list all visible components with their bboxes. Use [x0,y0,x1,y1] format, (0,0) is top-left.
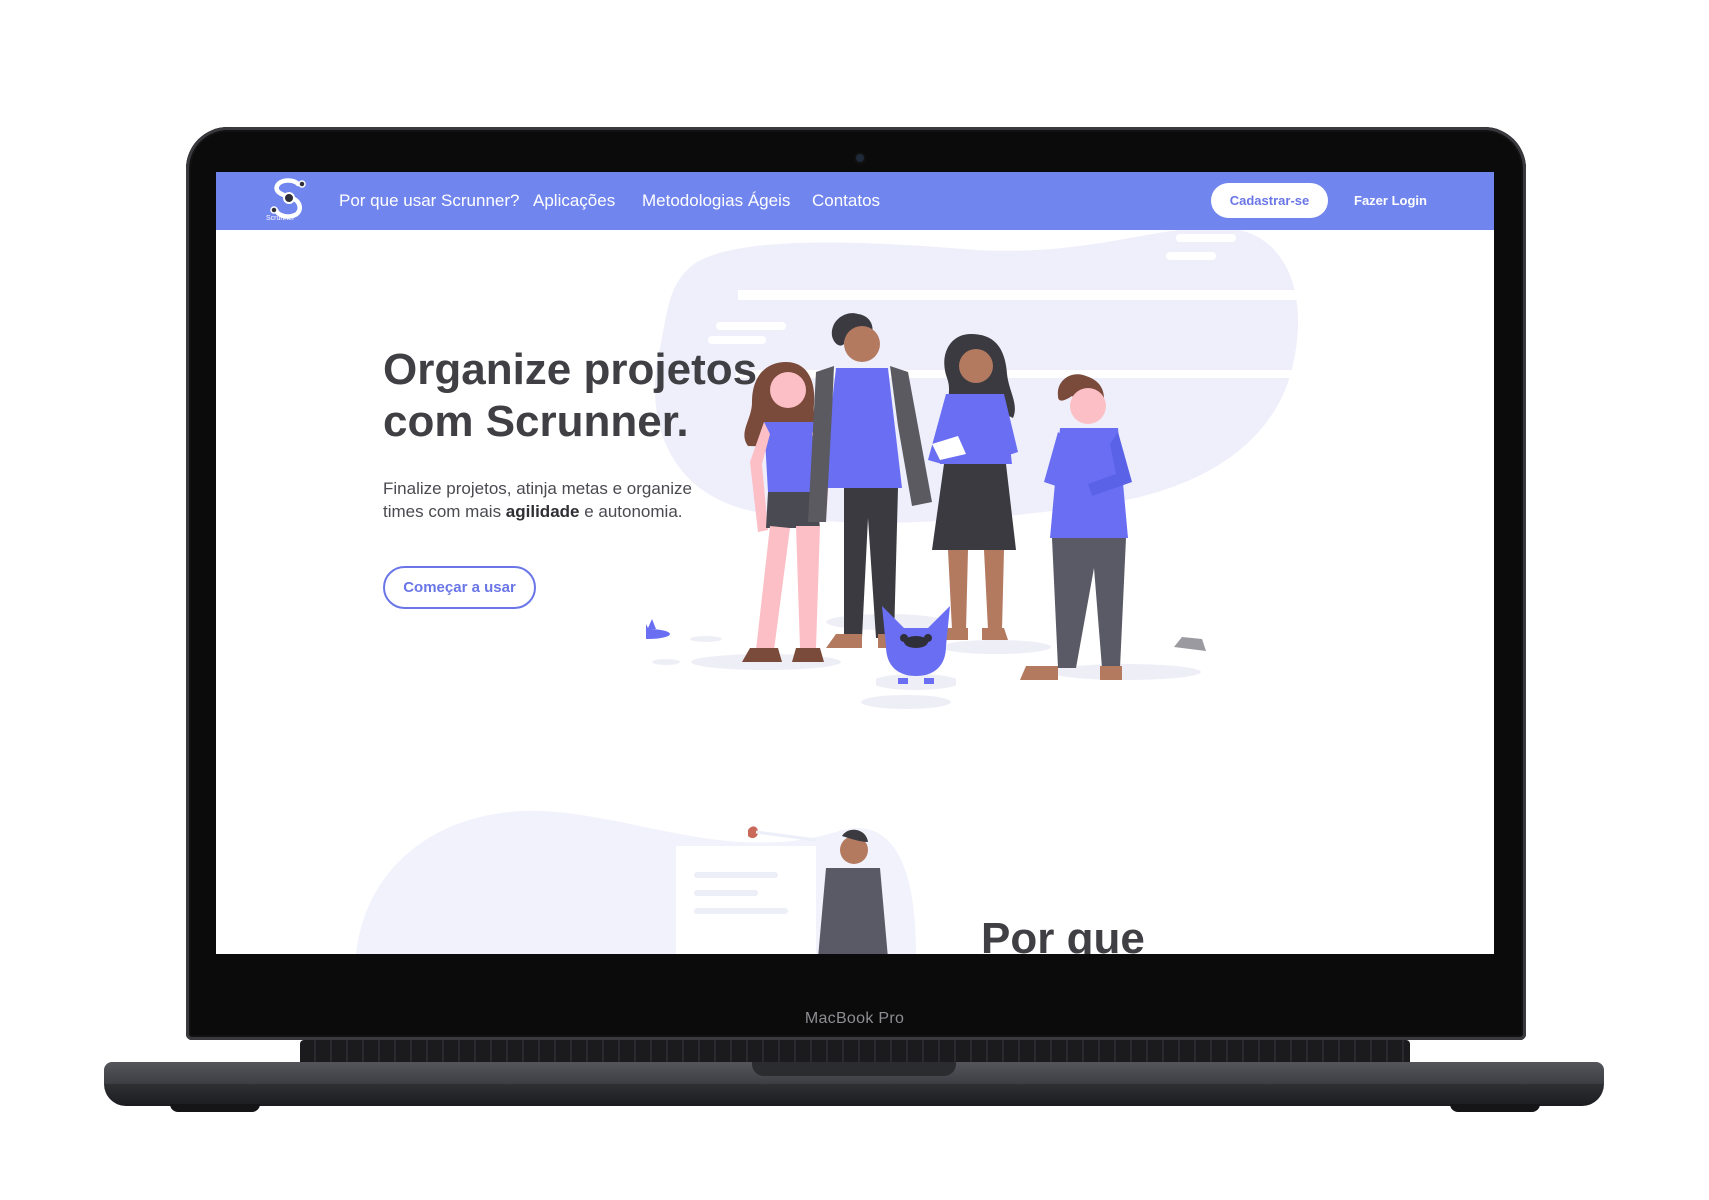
team-illustration [646,313,1206,709]
login-link[interactable]: Fazer Login [1354,193,1427,208]
start-button[interactable]: Começar a usar [383,566,536,609]
hero-text-bold: agilidade [505,502,580,521]
dog-illustration [876,606,956,690]
person-reading-illustration [676,826,888,954]
laptop-foot [170,1104,260,1112]
signup-button[interactable]: Cadastrar-se [1211,183,1328,218]
nav-link-contacts[interactable]: Contatos [812,191,880,211]
nav-link-agile[interactable]: Metodologias Ágeis [642,191,790,211]
section-title: Por que [981,914,1145,954]
keyboard-strip [300,1040,1410,1062]
browser-viewport: Scrunner Por que usar Scrunner? Aplicaçõ… [216,172,1494,954]
navbar: Scrunner Por que usar Scrunner? Aplicaçõ… [216,172,1494,230]
laptop-bezel [216,954,1494,984]
logo-text: Scrunner [266,215,295,222]
laptop-foot [1450,1104,1540,1112]
nav-link-why[interactable]: Por que usar Scrunner? [339,191,520,211]
laptop-notch [752,1062,956,1076]
laptop-brand-label: MacBook Pro [804,1010,905,1027]
nav-link-applications[interactable]: Aplicações [533,191,615,211]
laptop-base-bottom [104,1084,1604,1106]
camera-icon [856,154,864,162]
